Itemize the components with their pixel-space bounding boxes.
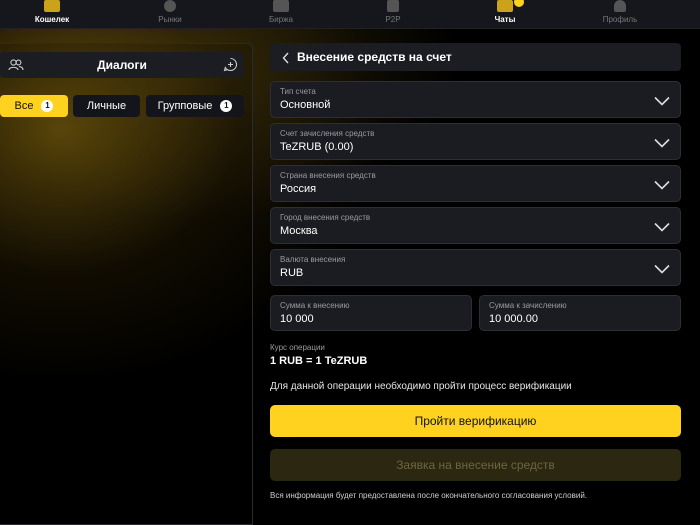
form-title: Внесение средств на счет	[297, 50, 452, 64]
chevron-down-icon	[654, 177, 670, 195]
chat-icon	[497, 0, 513, 12]
currency-select[interactable]: Валюта внесения RUB	[270, 249, 681, 286]
field-label: Сумма к зачислению	[489, 301, 567, 310]
dialogs-title: Диалоги	[97, 58, 147, 72]
chart-icon	[273, 0, 289, 12]
nav-item-chats[interactable]: Чаты	[465, 0, 545, 24]
filter-count: 1	[220, 100, 233, 112]
notification-dot	[514, 0, 524, 7]
verification-note: Для данной операции необходимо пройти пр…	[270, 381, 572, 392]
nav-label: Рынки	[158, 15, 182, 24]
verify-button[interactable]: Пройти верификацию	[270, 405, 681, 437]
chevron-down-icon	[654, 93, 670, 111]
deposit-request-button[interactable]: Заявка на внесение средств	[270, 449, 681, 481]
filter-label: Все	[14, 100, 34, 112]
dialogs-header: Диалоги	[0, 52, 244, 78]
field-value: RUB	[280, 267, 304, 279]
field-value: Москва	[280, 225, 318, 237]
nav-label: Биржа	[269, 15, 293, 24]
top-navigation: Кошелек Рынки Биржа P2P Чаты Профиль	[0, 0, 700, 29]
profile-icon	[614, 0, 626, 12]
filter-label: Личные	[86, 100, 127, 112]
field-label: Тип счета	[280, 87, 316, 96]
nav-item-wallet[interactable]: Кошелек	[12, 0, 92, 24]
deposit-amount-input[interactable]: Сумма к внесению 10 000	[270, 295, 472, 331]
nav-label: Профиль	[602, 15, 638, 24]
city-select[interactable]: Город внесения средств Москва	[270, 207, 681, 244]
nav-item-profile[interactable]: Профиль	[580, 0, 660, 24]
rate-value: 1 RUB = 1 TeZRUB	[270, 355, 368, 367]
filter-count: 1	[41, 100, 54, 112]
field-label: Город внесения средств	[280, 213, 371, 222]
nav-label: Кошелек	[34, 15, 70, 24]
coins-icon	[164, 0, 176, 12]
footnote: Вся информация будет предоставлена после…	[270, 491, 588, 500]
field-label: Валюта внесения	[280, 255, 346, 264]
chevron-down-icon	[654, 219, 670, 237]
field-label: Счет зачисления средств	[280, 129, 375, 138]
rate-label: Курс операции	[270, 343, 325, 352]
wallet-icon	[44, 0, 60, 12]
back-icon[interactable]	[282, 51, 290, 69]
add-chat-icon[interactable]	[223, 57, 238, 77]
form-header: Внесение средств на счет	[270, 43, 681, 71]
filter-all[interactable]: Все 1	[0, 95, 68, 117]
nav-item-markets[interactable]: Рынки	[130, 0, 210, 24]
country-select[interactable]: Страна внесения средств Россия	[270, 165, 681, 202]
field-label: Сумма к внесению	[280, 301, 350, 310]
field-value: 10 000.00	[489, 313, 538, 325]
filter-label: Групповые	[157, 100, 213, 112]
field-label: Страна внесения средств	[280, 171, 376, 180]
chevron-down-icon	[654, 261, 670, 279]
account-type-select[interactable]: Тип счета Основной	[270, 81, 681, 118]
field-value: Россия	[280, 183, 317, 195]
field-value: 10 000	[280, 313, 314, 325]
credit-account-select[interactable]: Счет зачисления средств TeZRUB (0.00)	[270, 123, 681, 160]
credit-amount-input[interactable]: Сумма к зачислению 10 000.00	[479, 295, 681, 331]
nav-item-p2p[interactable]: P2P	[353, 0, 433, 24]
filter-personal[interactable]: Личные	[73, 95, 140, 117]
p2p-icon	[387, 0, 399, 12]
nav-label: P2P	[385, 15, 401, 24]
nav-item-exchange[interactable]: Биржа	[241, 0, 321, 24]
filter-group[interactable]: Групповые 1	[146, 95, 244, 117]
nav-label: Чаты	[494, 15, 516, 24]
field-value: TeZRUB (0.00)	[280, 141, 354, 153]
field-value: Основной	[280, 99, 331, 111]
chevron-down-icon	[654, 135, 670, 153]
